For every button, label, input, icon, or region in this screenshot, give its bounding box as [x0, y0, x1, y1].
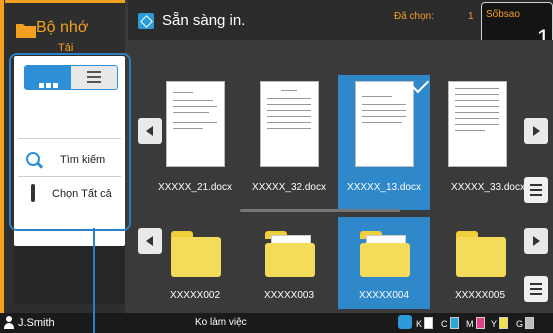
selected-count-label: Đã chọn: — [394, 11, 435, 22]
folder-icon — [16, 24, 36, 38]
folders-menu-button[interactable] — [524, 276, 548, 302]
print-screen: Bộ nhớ Tải Tìm kiếm Chọn Tất cả Sẵn sàng… — [0, 0, 553, 333]
copies-label: Sốbsao — [486, 9, 520, 20]
folder-name: XXXXX003 — [263, 290, 315, 301]
document-item[interactable]: XXXXX_32.docx — [243, 75, 335, 210]
document-thumbnail — [260, 81, 319, 167]
folders-next-button[interactable] — [524, 228, 548, 254]
documents-menu-button[interactable] — [524, 177, 548, 203]
document-item-selected[interactable]: XXXXX_13.docx — [338, 74, 430, 210]
ink-level-k: K — [416, 317, 434, 329]
document-thumbnail — [448, 81, 507, 167]
folder-name: XXXXX004 — [358, 290, 410, 301]
callout-line — [93, 228, 95, 333]
accent-topbar — [5, 0, 125, 3]
ready-icon — [138, 13, 154, 29]
folder-list: XXXXX002 XXXXX003 XXXXX004 XXXXX005 — [128, 214, 553, 309]
menu-icon — [530, 283, 542, 285]
chevron-right-icon — [533, 126, 540, 136]
ink-level-c: C — [441, 317, 459, 329]
document-name: XXXXX_33.docx — [451, 182, 525, 193]
ink-level-y: Y — [491, 317, 509, 329]
ink-level-g: G — [516, 317, 535, 329]
document-name: XXXXX_21.docx — [158, 182, 232, 193]
scroll-indicator — [240, 209, 400, 212]
documents-next-button[interactable] — [524, 118, 548, 144]
folder-name: XXXXX002 — [169, 290, 221, 301]
selected-count-value: 1 — [468, 11, 474, 22]
folder-item[interactable]: XXXXX002 — [149, 217, 241, 309]
user-name[interactable]: J.Smith — [18, 317, 55, 329]
document-thumbnail — [166, 81, 225, 167]
ink-level-m: M — [466, 317, 485, 329]
status-bar: J.Smith Ko làm việc K C M Y G — [0, 313, 553, 333]
folder-item[interactable]: XXXXX005 — [434, 217, 526, 309]
storage-selector[interactable]: Bộ nhớ Tải — [14, 8, 119, 54]
folder-name: XXXXX005 — [454, 290, 506, 301]
left-panel-empty — [14, 246, 125, 304]
callout-highlight — [9, 53, 131, 231]
user-icon — [3, 316, 15, 329]
folder-item-selected[interactable]: XXXXX004 — [338, 217, 430, 309]
folder-item[interactable]: XXXXX003 — [243, 217, 335, 309]
chevron-right-icon — [533, 236, 540, 246]
document-name: XXXXX_32.docx — [252, 182, 326, 193]
document-item[interactable]: XXXXX_21.docx — [149, 75, 241, 210]
status-message: Sẵn sàng in. — [162, 12, 246, 29]
document-name: XXXXX_13.docx — [347, 182, 421, 193]
machine-state: Ko làm việc — [195, 317, 247, 328]
storage-title: Bộ nhớ — [36, 19, 89, 36]
document-list: XXXXX_21.docx XXXXX_32.docx XXXXX_13.doc… — [128, 40, 553, 210]
document-thumbnail — [355, 81, 414, 167]
accent-edge — [0, 0, 4, 313]
menu-icon — [530, 184, 542, 186]
ink-status-icon[interactable] — [398, 315, 412, 329]
document-item[interactable]: XXXXX_33.docx — [434, 75, 526, 210]
